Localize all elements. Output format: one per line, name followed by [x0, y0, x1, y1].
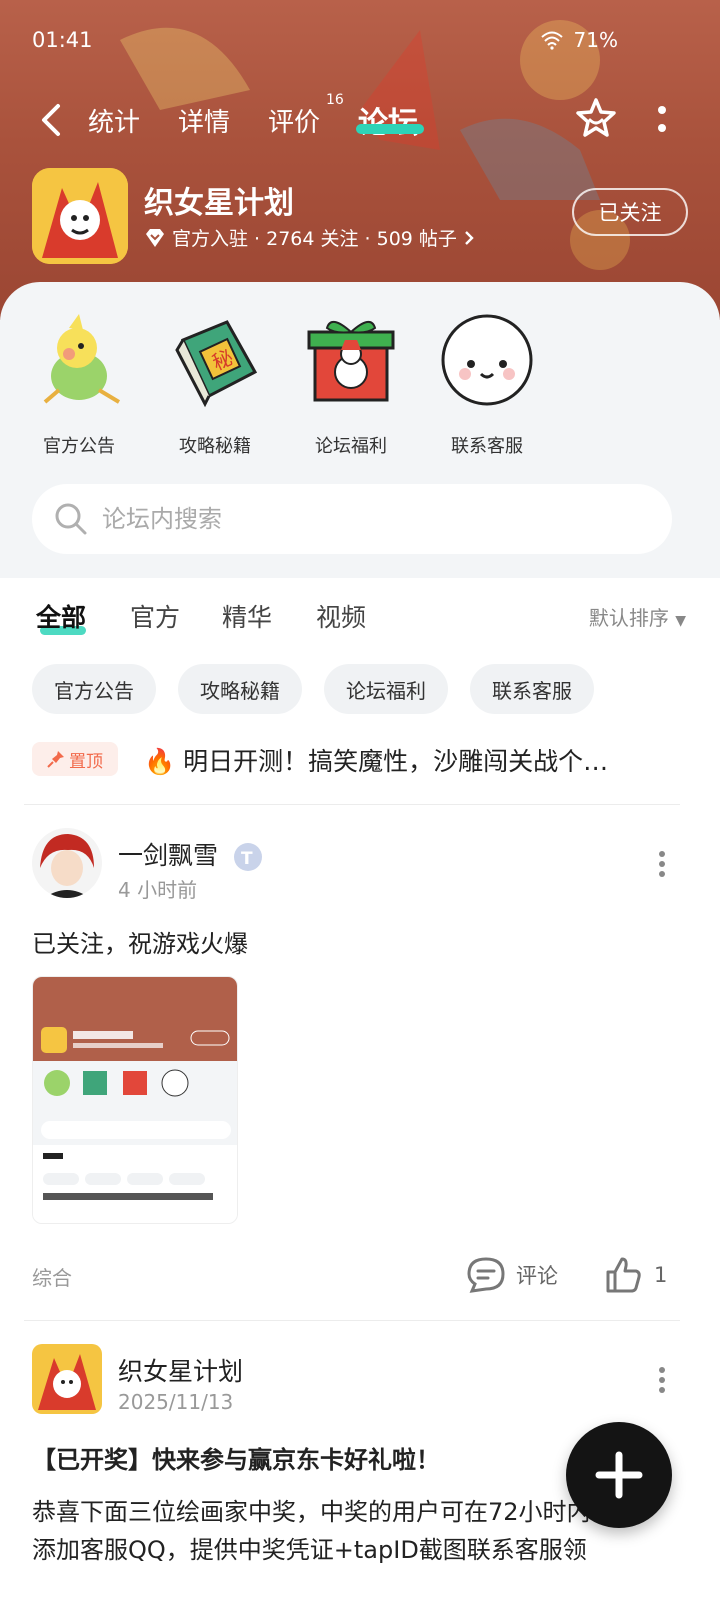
status-time: 01:41 — [32, 28, 93, 52]
svg-text:T: T — [241, 849, 253, 869]
avatar[interactable] — [32, 828, 102, 898]
chevron-right-icon — [465, 230, 474, 245]
filter-tab-video[interactable]: 视频 — [316, 598, 366, 634]
quick-link-label: 论坛福利 — [315, 436, 387, 457]
game-meta[interactable]: 官方入驻 · 2764 关注 · 509 帖子 — [144, 224, 475, 251]
like-button[interactable]: 1 — [604, 1256, 667, 1294]
post-category[interactable]: 综合 — [32, 1262, 72, 1291]
back-arrow-icon[interactable] — [38, 102, 66, 138]
quick-link-label: 联系客服 — [451, 436, 523, 457]
chip-announcement[interactable]: 官方公告 — [32, 664, 156, 714]
game-title: 织女星计划 — [144, 186, 294, 221]
filter-tab-featured[interactable]: 精华 — [222, 598, 272, 634]
review-count-badge: 16 — [326, 92, 344, 108]
chip-support[interactable]: 联系客服 — [470, 664, 594, 714]
quick-link-announcement[interactable]: 官方公告 — [14, 310, 144, 458]
tab-stats[interactable]: 统计 — [88, 102, 140, 139]
post-author[interactable]: 一剑飘雪 T — [118, 836, 264, 873]
favorite-star-icon[interactable] — [574, 96, 618, 140]
chip-welfare[interactable]: 论坛福利 — [324, 664, 448, 714]
create-post-button[interactable] — [566, 1422, 672, 1528]
verified-diamond-icon — [146, 228, 164, 247]
secret-book-icon: 秘 — [175, 320, 258, 408]
top-nav: 统计 详情 评价 16 论坛 — [0, 92, 720, 146]
battery-level: 71% — [573, 28, 618, 52]
sort-dropdown[interactable]: 默认排序 ▼ — [589, 602, 686, 631]
post-time: 2025/11/13 — [118, 1390, 234, 1414]
quick-link-support[interactable]: 联系客服 — [422, 310, 552, 458]
thumbs-up-icon — [606, 1257, 641, 1293]
more-options-icon[interactable] — [656, 102, 668, 136]
comment-button[interactable]: 评论 — [466, 1256, 558, 1294]
quick-link-guides[interactable]: 秘 攻略秘籍 — [150, 310, 280, 458]
forum-search-bar[interactable] — [32, 484, 672, 554]
tab-details[interactable]: 详情 — [178, 102, 230, 139]
post-card[interactable]: 一剑飘雪 T 4 小时前 已关注，祝游戏火爆 综合 评论 1 — [32, 828, 688, 1298]
plus-icon — [595, 1451, 643, 1499]
pinned-post[interactable]: 置顶 🔥 明日开测！搞笑魔性，沙雕闯关战个… — [32, 738, 662, 784]
post-more-icon[interactable] — [658, 850, 666, 878]
parrot-icon — [43, 314, 121, 404]
tab-reviews[interactable]: 评价 — [268, 102, 320, 139]
post-footer: 综合 评论 1 — [32, 1256, 688, 1296]
follow-button[interactable]: 已关注 — [572, 188, 688, 236]
game-meta-text: 官方入驻 · 2764 关注 · 509 帖子 — [172, 228, 457, 250]
post-more-icon[interactable] — [658, 1366, 666, 1394]
post-body-line: 添加客服QQ，提供中奖凭证+tapID截图联系客服领 — [32, 1536, 587, 1564]
user-level-badge-icon: T — [233, 843, 262, 871]
filter-tab-official[interactable]: 官方 — [130, 598, 180, 634]
like-count: 1 — [654, 1263, 668, 1287]
post-body-line: 恭喜下面三位绘画家中奖，中奖的用户可在72小时内 — [32, 1498, 591, 1526]
pinned-badge-label: 置顶 — [69, 751, 103, 772]
comment-icon — [467, 1257, 505, 1293]
post-body: 已关注，祝游戏火爆 — [32, 930, 248, 958]
sort-label: 默认排序 — [588, 606, 669, 630]
chip-guides[interactable]: 攻略秘籍 — [178, 664, 302, 714]
quick-link-label: 攻略秘籍 — [179, 436, 251, 457]
post-author-name[interactable]: 织女星计划 — [118, 1352, 243, 1388]
pin-icon — [47, 751, 64, 768]
customer-service-icon — [441, 314, 533, 406]
post-time: 4 小时前 — [118, 878, 198, 902]
header-banner: 01:41 71% 统计 详情 评价 16 论坛 织女星计划 — [0, 0, 720, 320]
gift-box-icon — [307, 321, 395, 402]
active-tab-indicator — [356, 124, 424, 134]
search-input[interactable] — [102, 505, 602, 533]
status-icons: 71% — [540, 28, 618, 52]
quick-link-label: 官方公告 — [43, 436, 115, 457]
caret-down-icon: ▼ — [675, 613, 686, 629]
tab-forum[interactable]: 论坛 — [358, 98, 418, 142]
post-author-name: 一剑飘雪 — [118, 841, 219, 870]
avatar[interactable] — [32, 1344, 102, 1414]
post-filter-tabs: 全部 官方 精华 视频 默认排序 ▼ — [36, 598, 686, 648]
status-bar: 01:41 71% — [32, 22, 688, 62]
game-logo-icon[interactable] — [32, 168, 128, 264]
post-title: 【已开奖】快来参与赢京东卡好礼啦！ — [32, 1446, 440, 1474]
post-image-thumbnail[interactable] — [32, 976, 238, 1224]
divider — [24, 804, 680, 805]
quick-link-welfare[interactable]: 论坛福利 — [286, 310, 416, 458]
divider — [24, 1320, 680, 1321]
wifi-icon — [540, 31, 563, 50]
game-info: 织女星计划 官方入驻 · 2764 关注 · 509 帖子 已关注 — [32, 168, 688, 268]
search-icon — [55, 503, 87, 535]
pinned-badge: 置顶 — [32, 742, 118, 776]
comment-label: 评论 — [516, 1264, 558, 1288]
pinned-post-title: 🔥 明日开测！搞笑魔性，沙雕闯关战个… — [144, 747, 609, 776]
filter-tab-all[interactable]: 全部 — [36, 598, 86, 634]
